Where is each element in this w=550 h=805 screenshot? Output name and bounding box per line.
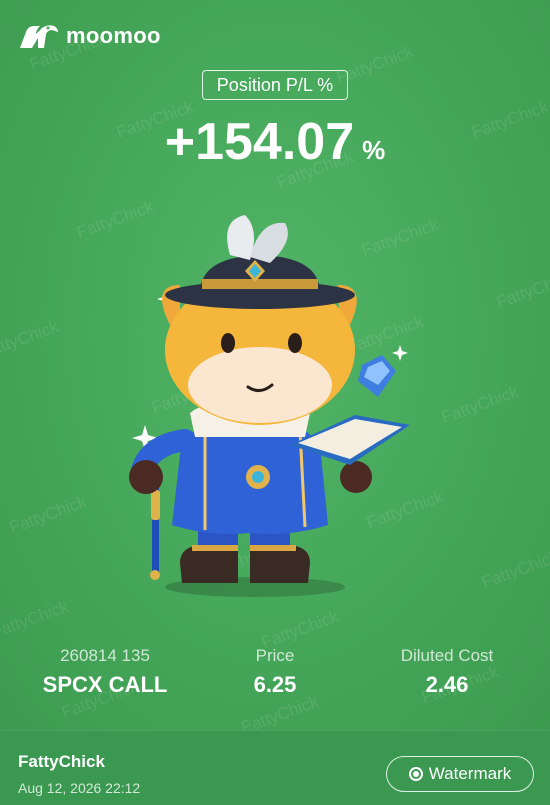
- brand-name: moomoo: [66, 23, 161, 48]
- share-card: FattyChick FattyChick FattyChick FattyCh…: [0, 0, 550, 730]
- username: FattyChick: [18, 752, 105, 771]
- mascot-illustration: [129, 215, 410, 597]
- watermark-text: FattyChick: [494, 266, 550, 313]
- watermark-button-label: Watermark: [428, 764, 512, 783]
- pl-unit: %: [362, 135, 386, 165]
- stat-diluted-cost-value: 2.46: [425, 672, 469, 697]
- stat-contract-value: SPCX CALL: [42, 672, 168, 697]
- pl-label: Position P/L %: [202, 70, 348, 100]
- watermark-text: FattyChick: [0, 316, 61, 363]
- stat-price: Price 6.25: [205, 646, 345, 698]
- stat-diluted-cost: Diluted Cost 2.46: [372, 646, 522, 698]
- timestamp: Aug 12, 2026 22:12: [18, 780, 141, 796]
- stat-price-value: 6.25: [253, 672, 297, 697]
- watermark-text: FattyChick: [479, 546, 550, 593]
- watermark-button[interactable]: Watermark: [386, 756, 534, 792]
- watermark-text: FattyChick: [7, 491, 89, 538]
- watermark-text: FattyChick: [439, 381, 521, 428]
- stat-contract: 260814 135 SPCX CALL: [20, 646, 190, 698]
- stat-price-label: Price: [255, 646, 295, 665]
- pl-number: +154.07: [164, 113, 355, 171]
- stat-diluted-cost-label: Diluted Cost: [400, 646, 494, 665]
- bull-icon: [20, 25, 58, 48]
- watermark-text: FattyChick: [0, 596, 71, 643]
- brand-logo: moomoo: [18, 22, 161, 50]
- radio-selected-icon: [408, 767, 423, 781]
- pl-value: +154.07%: [0, 112, 550, 172]
- stat-contract-label: 260814 135: [60, 646, 150, 665]
